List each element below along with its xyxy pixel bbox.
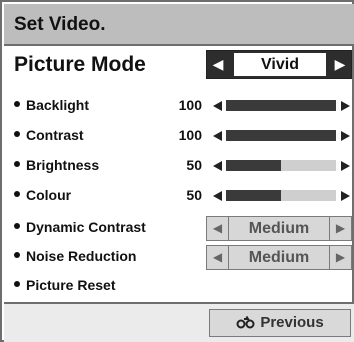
brightness-label: Brightness: [14, 152, 99, 178]
bullet-icon: [14, 191, 20, 198]
colour-label: Colour: [14, 182, 71, 208]
previous-label: Previous: [260, 314, 324, 331]
picture-mode-value: Vivid: [234, 53, 326, 76]
contrast-slider-fill: [226, 130, 336, 141]
backlight-slider-fill: [226, 100, 336, 111]
brightness-value: 50: [186, 157, 202, 173]
decrease-arrow-icon[interactable]: [213, 131, 222, 141]
dynamic-contrast-value: Medium: [248, 220, 310, 237]
increase-arrow-icon[interactable]: [341, 161, 350, 171]
contrast-value: 100: [178, 127, 202, 143]
contrast-slider[interactable]: [226, 130, 336, 141]
decrease-arrow-icon[interactable]: [213, 191, 222, 201]
backlight-slider[interactable]: [226, 100, 336, 111]
arrow-right-icon[interactable]: ▶: [329, 246, 351, 269]
colour-value: 50: [186, 187, 202, 203]
panel-title: Set Video.: [4, 4, 354, 46]
dynamic-contrast-selector[interactable]: ◀ Medium ▶: [206, 216, 352, 241]
backlight-value: 100: [178, 97, 202, 113]
colour-slider[interactable]: [226, 190, 336, 201]
increase-arrow-icon[interactable]: [341, 101, 350, 111]
footer-bar: Previous: [4, 302, 354, 342]
arrow-left-icon[interactable]: ◀: [207, 217, 229, 240]
previous-button[interactable]: Previous: [209, 309, 351, 337]
bullet-icon: [14, 252, 20, 259]
noise-reduction-value: Medium: [248, 249, 310, 266]
settings-panel: Set Video. Picture Mode ◀ Vivid ▶ Backli…: [0, 0, 354, 342]
increase-arrow-icon[interactable]: [341, 191, 350, 201]
bullet-icon: [14, 131, 20, 138]
arrow-left-icon[interactable]: ◀: [207, 246, 229, 269]
contrast-row[interactable]: Contrast 100: [2, 122, 354, 148]
arrow-left-icon[interactable]: ◀: [207, 51, 229, 78]
bullet-icon: [14, 101, 20, 108]
brightness-slider[interactable]: [226, 160, 336, 171]
noise-reduction-selector[interactable]: ◀ Medium ▶: [206, 245, 352, 270]
return-arrow-icon: [236, 316, 255, 329]
picture-mode-selector[interactable]: ◀ Vivid ▶: [206, 50, 352, 79]
picture-reset-label[interactable]: Picture Reset: [14, 272, 115, 298]
decrease-arrow-icon[interactable]: [213, 161, 222, 171]
backlight-row[interactable]: Backlight 100: [2, 92, 354, 118]
increase-arrow-icon[interactable]: [341, 131, 350, 141]
picture-reset-row[interactable]: Picture Reset: [2, 272, 354, 298]
picture-mode-label: Picture Mode: [14, 53, 146, 76]
bullet-icon: [14, 161, 20, 168]
bullet-icon: [14, 281, 20, 288]
noise-reduction-label: Noise Reduction: [14, 243, 136, 269]
colour-slider-fill: [226, 190, 281, 201]
arrow-right-icon[interactable]: ▶: [329, 217, 351, 240]
brightness-slider-fill: [226, 160, 281, 171]
decrease-arrow-icon[interactable]: [213, 101, 222, 111]
colour-row[interactable]: Colour 50: [2, 182, 354, 208]
dynamic-contrast-label: Dynamic Contrast: [14, 214, 146, 240]
bullet-icon: [14, 223, 20, 230]
brightness-row[interactable]: Brightness 50: [2, 152, 354, 178]
arrow-right-icon[interactable]: ▶: [329, 51, 351, 78]
backlight-label: Backlight: [14, 92, 89, 118]
contrast-label: Contrast: [14, 122, 84, 148]
